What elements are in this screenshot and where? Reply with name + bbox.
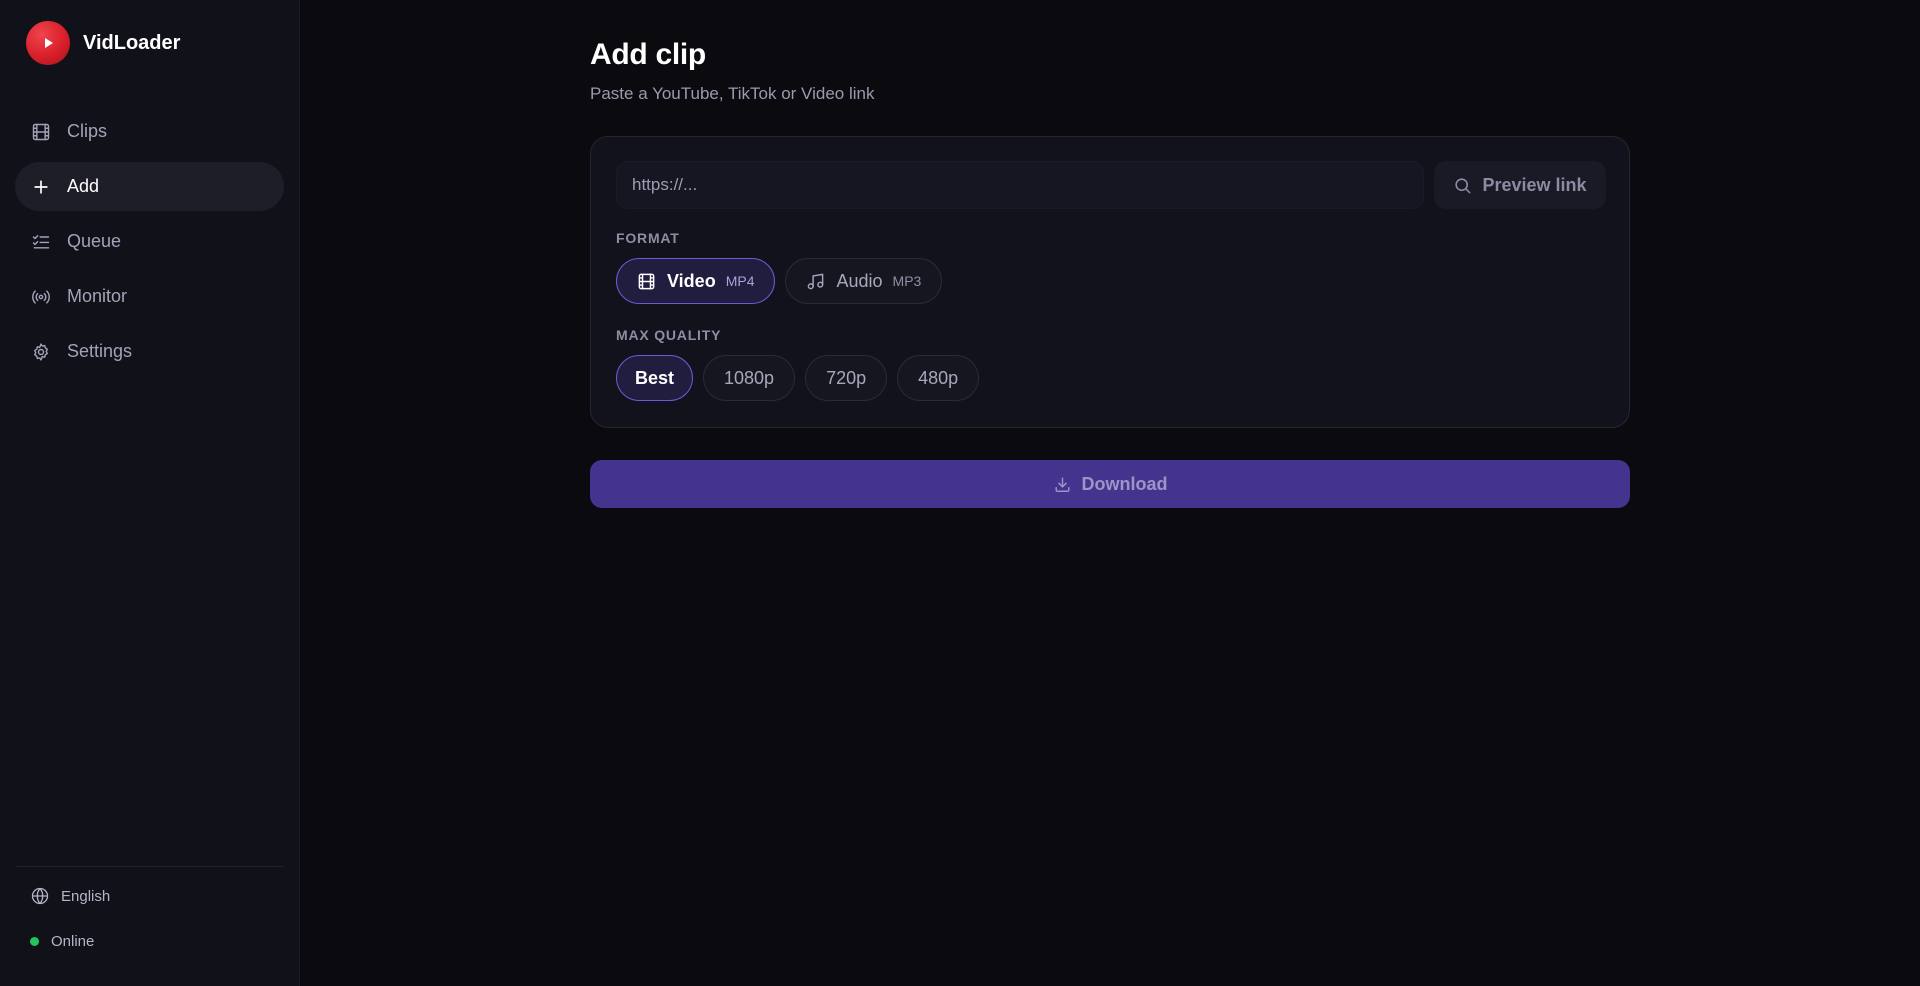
- connection-status: Online: [30, 933, 94, 950]
- quality-option-1080p[interactable]: 1080p: [703, 355, 796, 401]
- sidebar-item-label: Settings: [67, 341, 133, 361]
- format-option-label: Video: [667, 270, 716, 291]
- gear-icon: [30, 341, 52, 363]
- plus-icon: [30, 176, 52, 198]
- language-label: English: [61, 887, 111, 905]
- sidebar-nav: Clips Add Queue Monitor Settings: [15, 107, 284, 382]
- sidebar-divider: [15, 866, 284, 867]
- sidebar-item-queue[interactable]: Queue: [15, 217, 284, 266]
- format-option-label: Audio: [836, 270, 883, 291]
- quality-options: Best 1080p 720p 480p: [616, 355, 989, 401]
- sidebar-item-label: Clips: [67, 121, 108, 141]
- download-label: Download: [1081, 473, 1168, 494]
- status-dot: [30, 937, 39, 946]
- url-row: Preview link: [616, 161, 1606, 209]
- format-label: FORMAT: [616, 230, 680, 246]
- sidebar-item-settings[interactable]: Settings: [15, 327, 284, 376]
- sidebar-item-clips[interactable]: Clips: [15, 107, 284, 156]
- format-option-sub: MP4: [725, 273, 755, 289]
- quality-option-best[interactable]: Best: [616, 355, 694, 401]
- search-icon: [1455, 177, 1471, 193]
- sidebar-item-add[interactable]: Add: [15, 162, 284, 211]
- sidebar: VidLoader Clips Add Queue Monitor Settin…: [0, 0, 300, 986]
- format-option-video[interactable]: Video MP4: [616, 258, 776, 304]
- play-icon: [26, 21, 70, 65]
- preview-link-label: Preview link: [1482, 174, 1587, 195]
- quality-option-720p[interactable]: 720p: [805, 355, 888, 401]
- format-options: Video MP4 Audio MP3: [616, 258, 952, 304]
- max-quality-label: MAX QUALITY: [616, 327, 722, 343]
- status-label: Online: [51, 933, 95, 950]
- url-input[interactable]: [616, 161, 1424, 209]
- sidebar-item-monitor[interactable]: Monitor: [15, 272, 284, 321]
- download-icon: [1054, 476, 1070, 492]
- format-option-sub: MP3: [892, 273, 922, 289]
- broadcast-icon: [30, 286, 52, 308]
- page-subtitle: Paste a YouTube, TikTok or Video link: [590, 84, 875, 103]
- sidebar-item-label: Queue: [67, 231, 122, 251]
- film-icon: [637, 272, 656, 291]
- brand[interactable]: VidLoader: [26, 21, 180, 65]
- download-button[interactable]: Download: [590, 460, 1630, 508]
- sidebar-item-label: Add: [67, 176, 100, 196]
- globe-icon: [31, 887, 49, 905]
- main-content: Add clip Paste a YouTube, TikTok or Vide…: [590, 38, 1630, 508]
- film-icon: [30, 121, 52, 143]
- preview-link-button[interactable]: Preview link: [1434, 161, 1606, 209]
- page-title: Add clip: [590, 38, 706, 71]
- language-selector[interactable]: English: [30, 886, 110, 906]
- quality-option-480p[interactable]: 480p: [897, 355, 980, 401]
- add-clip-card: Preview link FORMAT Video MP4: [590, 136, 1630, 428]
- music-note-icon: [806, 272, 825, 291]
- app-name: VidLoader: [83, 31, 181, 54]
- format-option-audio[interactable]: Audio MP3: [785, 258, 943, 304]
- sidebar-item-label: Monitor: [67, 286, 128, 306]
- checklist-icon: [30, 231, 52, 253]
